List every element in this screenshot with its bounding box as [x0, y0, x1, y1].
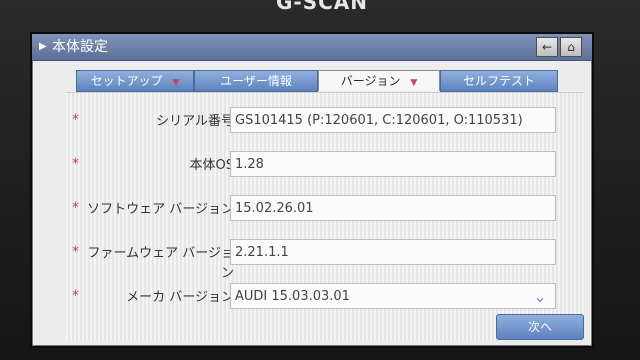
maker-value: AUDI 15.03.03.01 [235, 289, 350, 304]
row-software: * ソフトウェア バージョン 15.02.26.01 [66, 195, 584, 225]
software-label: ソフトウェア バージョン [87, 202, 234, 217]
tab-version[interactable]: バージョン ▼ [318, 70, 440, 91]
required-mark: * [72, 244, 79, 260]
row-os: * 本体OS 1.28 [66, 151, 584, 181]
tab-bar: セットアップ ▼ ユーザー情報 バージョン ▼ セルフテスト [76, 70, 558, 92]
back-arrow-icon: ← [541, 40, 553, 54]
required-mark: * [72, 200, 79, 216]
row-maker: * メーカ バージョン AUDI 15.03.03.01 ⌄ [66, 283, 584, 313]
os-label: 本体OS [189, 158, 235, 173]
tab-label: ユーザー情報 [220, 74, 292, 88]
device-screen: ▶ 本体設定 ← ⌂ セットアップ ▼ ユーザー情報 バージョン ▼ セルフテス… [30, 32, 594, 348]
tab-label: セルフテスト [462, 74, 535, 88]
tab-self-test[interactable]: セルフテスト [440, 70, 558, 92]
tab-label: バージョン [340, 74, 401, 88]
os-value: 1.28 [230, 151, 556, 177]
triangle-right-icon: ▶ [39, 41, 47, 52]
required-mark: * [72, 112, 79, 128]
required-mark: * [72, 156, 79, 172]
brand-logo: G-SCAN [275, 0, 368, 14]
next-label: 次へ [527, 320, 552, 334]
maker-version-select[interactable]: AUDI 15.03.03.01 ⌄ [230, 283, 556, 309]
firmware-value: 2.21.1.1 [230, 239, 556, 265]
next-button[interactable]: 次へ [496, 314, 584, 340]
dropdown-icon: ▼ [172, 78, 180, 88]
tab-user-info[interactable]: ユーザー情報 [194, 70, 318, 92]
serial-label: シリアル番号 [156, 114, 234, 129]
required-mark: * [72, 288, 79, 304]
serial-value: GS101415 (P:120601, C:120601, O:110531) [230, 107, 556, 133]
tab-label: セットアップ [90, 74, 163, 88]
version-panel: * シリアル番号 GS101415 (P:120601, C:120601, O… [66, 92, 584, 341]
maker-label: メーカ バージョン [126, 290, 234, 305]
home-button[interactable]: ⌂ [560, 37, 582, 57]
row-firmware: * ファームウェア バージョン 2.21.1.1 [66, 239, 584, 281]
back-button[interactable]: ← [536, 37, 558, 57]
home-icon: ⌂ [567, 40, 575, 54]
tab-setup[interactable]: セットアップ ▼ [76, 70, 194, 92]
row-serial: * シリアル番号 GS101415 (P:120601, C:120601, O… [66, 107, 584, 137]
title-bar: ▶ 本体設定 ← ⌂ [32, 34, 592, 61]
software-value: 15.02.26.01 [230, 195, 556, 221]
window-title: 本体設定 [52, 39, 108, 55]
firmware-label: ファームウェア バージョン [87, 246, 234, 281]
chevron-down-icon[interactable]: ⌄ [531, 284, 549, 310]
dropdown-icon: ▼ [410, 78, 418, 88]
